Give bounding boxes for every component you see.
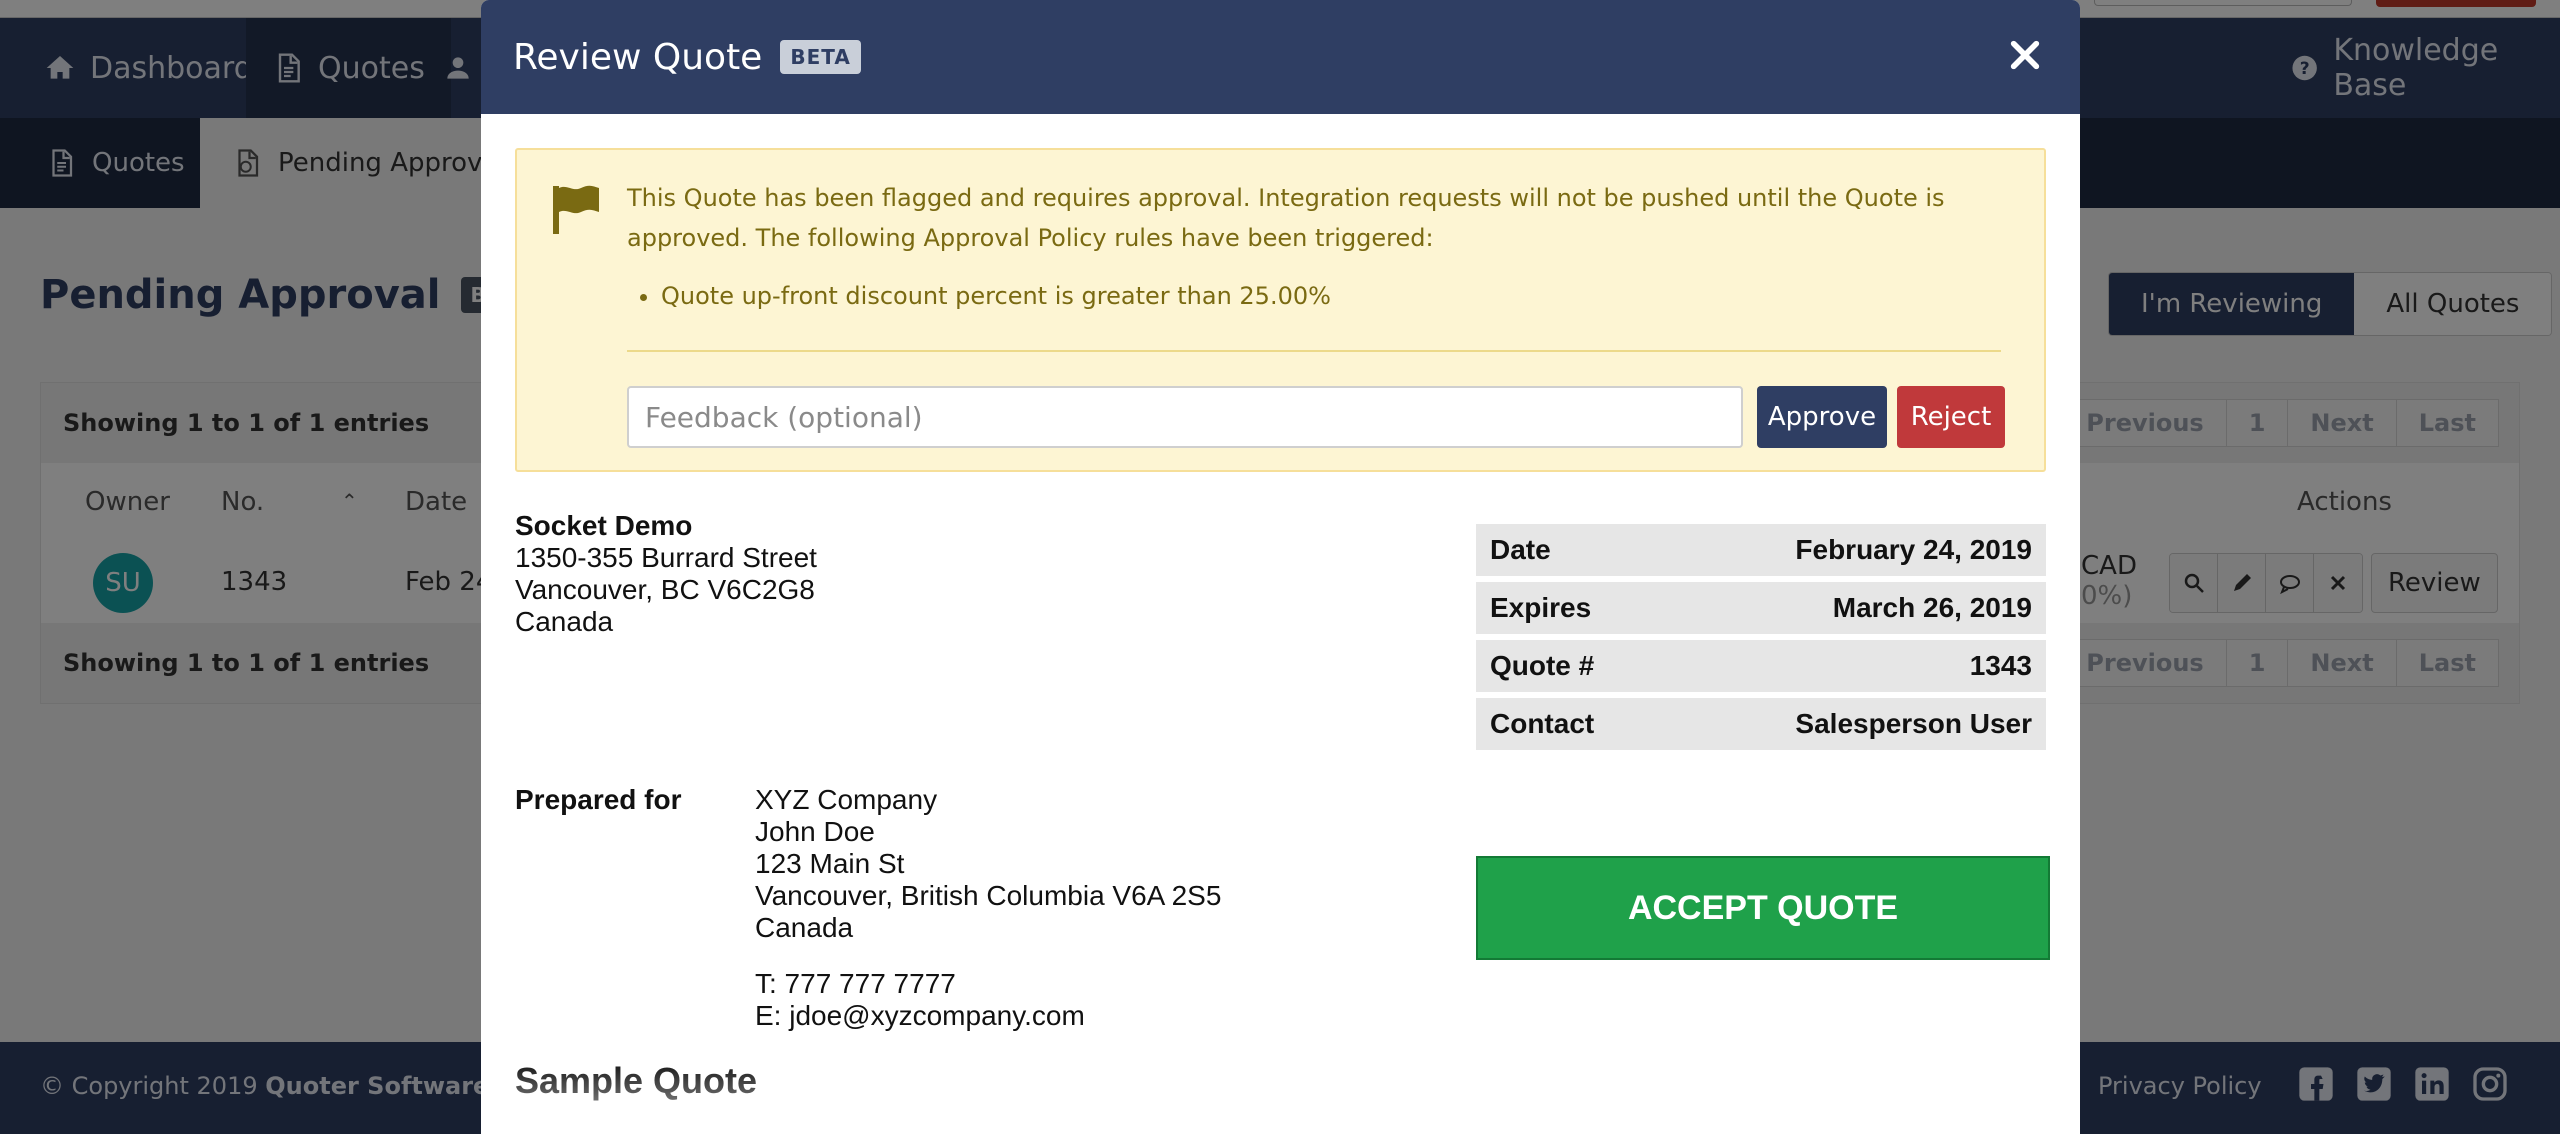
divider bbox=[627, 350, 2001, 352]
customer-company: XYZ Company bbox=[755, 784, 938, 815]
seller-name: Socket Demo bbox=[515, 510, 693, 541]
meta-value: March 26, 2019 bbox=[1832, 592, 2032, 623]
seller-line-1: 1350-355 Burrard Street bbox=[515, 542, 817, 573]
meta-label: Date bbox=[1490, 534, 1551, 565]
meta-value: February 24, 2019 bbox=[1795, 534, 2032, 565]
accept-quote-button[interactable]: ACCEPT QUOTE bbox=[1476, 856, 2050, 960]
meta-label: Contact bbox=[1490, 708, 1595, 739]
feedback-input[interactable] bbox=[627, 386, 1743, 448]
customer-country: Canada bbox=[755, 912, 854, 943]
meta-label: Quote # bbox=[1490, 650, 1595, 681]
close-button[interactable] bbox=[2000, 30, 2050, 80]
customer-contact: T: 777 777 7777 E: jdoe@xyzcompany.com bbox=[755, 968, 1085, 1032]
meta-row-date: Date February 24, 2019 bbox=[1476, 524, 2046, 576]
modal-header: Review Quote BETA bbox=[481, 0, 2080, 114]
beta-badge: BETA bbox=[780, 40, 861, 74]
customer-email[interactable]: E: jdoe@xyzcompany.com bbox=[755, 1000, 1085, 1032]
seller-line-2: Vancouver, BC V6C2G8 bbox=[515, 574, 815, 605]
quote-section-title: Sample Quote bbox=[515, 1060, 758, 1101]
meta-value: Salesperson User bbox=[1795, 708, 2032, 739]
customer-phone: T: 777 777 7777 bbox=[755, 968, 956, 999]
seller-line-3: Canada bbox=[515, 606, 614, 637]
quote-meta-table: Date February 24, 2019 Expires March 26,… bbox=[1476, 524, 2046, 756]
rule-item: Quote up-front discount percent is great… bbox=[661, 276, 1331, 316]
meta-row-expires: Expires March 26, 2019 bbox=[1476, 582, 2046, 634]
alert-message: This Quote has been flagged and requires… bbox=[627, 184, 1945, 252]
approval-alert: This Quote has been flagged and requires… bbox=[515, 148, 2046, 472]
flag-icon bbox=[553, 185, 599, 234]
customer-person: John Doe bbox=[755, 816, 875, 847]
meta-row-contact: Contact Salesperson User bbox=[1476, 698, 2046, 750]
review-quote-modal: Review Quote BETA This Quote has been fl… bbox=[481, 0, 2080, 1134]
modal-title: Review Quote bbox=[513, 36, 763, 78]
customer-city: Vancouver, British Columbia V6A 2S5 bbox=[755, 880, 1222, 911]
meta-label: Expires bbox=[1490, 592, 1592, 623]
seller-address: Socket Demo 1350-355 Burrard Street Vanc… bbox=[515, 510, 817, 638]
approve-button[interactable]: Approve bbox=[1757, 386, 1887, 448]
reject-button[interactable]: Reject bbox=[1897, 386, 2005, 448]
close-icon bbox=[2010, 40, 2040, 70]
prepared-for-label: Prepared for bbox=[515, 784, 682, 815]
customer-street: 123 Main St bbox=[755, 848, 905, 879]
meta-value: 1343 bbox=[1969, 650, 2032, 681]
meta-row-quote-number: Quote # 1343 bbox=[1476, 640, 2046, 692]
customer-address: XYZ Company John Doe 123 Main St Vancouv… bbox=[755, 784, 1221, 944]
triggered-rules: Quote up-front discount percent is great… bbox=[661, 276, 1331, 316]
